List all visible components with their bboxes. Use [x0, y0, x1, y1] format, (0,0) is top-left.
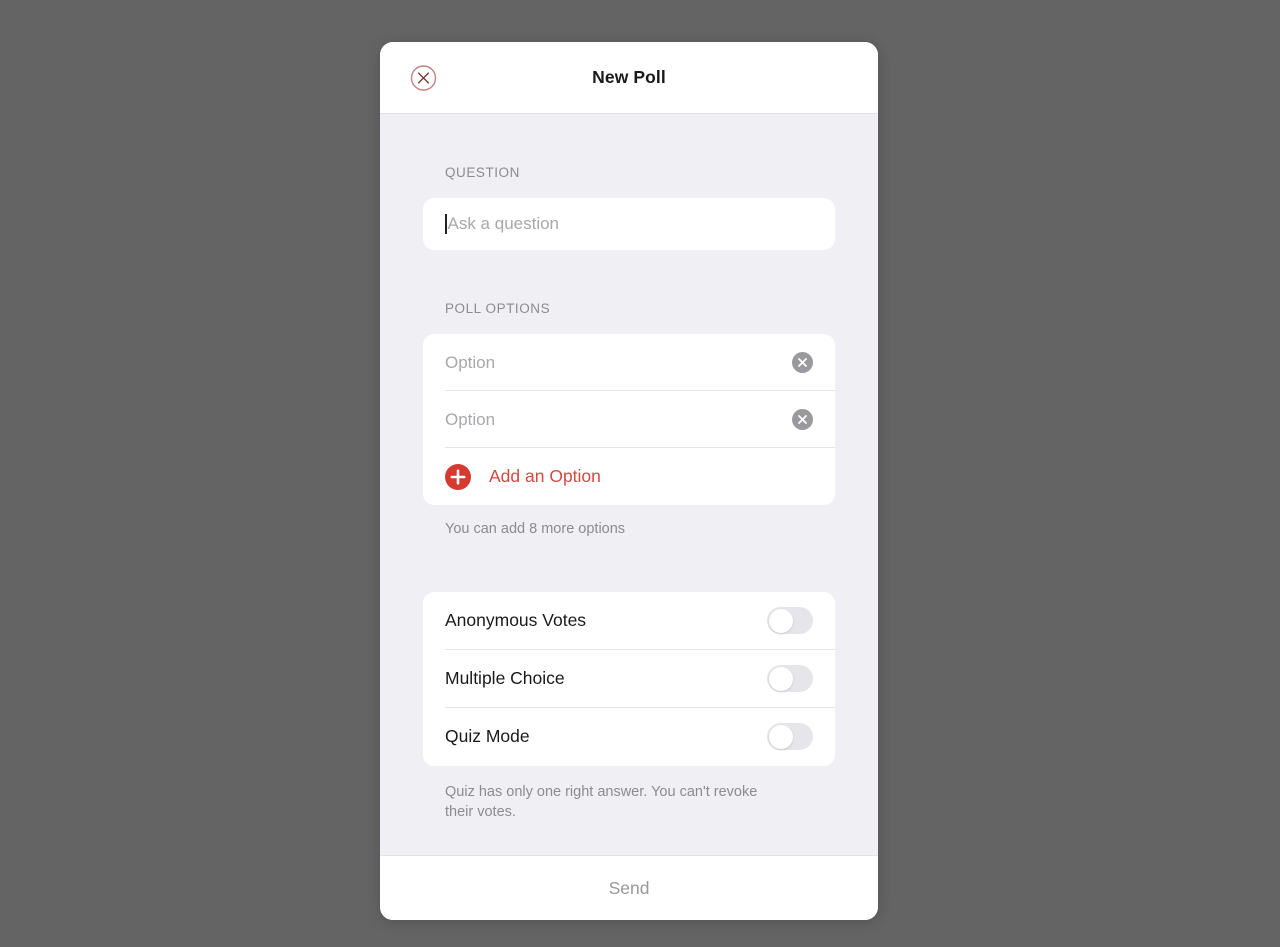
multiple-choice-toggle[interactable] — [767, 665, 813, 693]
text-caret — [445, 214, 447, 234]
anonymous-votes-toggle[interactable] — [767, 607, 813, 635]
dialog-footer: Send — [380, 855, 878, 920]
setting-row-anonymous-votes[interactable]: Anonymous Votes — [423, 592, 835, 650]
toggle-knob — [768, 666, 793, 691]
toggle-knob — [768, 724, 793, 749]
setting-row-quiz-mode[interactable]: Quiz Mode — [423, 708, 835, 766]
poll-options-section-label: POLL OPTIONS — [445, 301, 551, 316]
clear-circle-icon[interactable] — [792, 352, 813, 373]
dialog-body: QUESTION Ask a question POLL OPTIONS Opt… — [380, 114, 878, 855]
options-remaining-hint: You can add 8 more options — [445, 521, 626, 537]
poll-settings-card: Anonymous Votes Multiple Choice Quiz Mod… — [423, 591, 835, 766]
toggle-knob — [768, 608, 793, 633]
question-input[interactable]: Ask a question — [423, 198, 835, 250]
row-separator — [445, 447, 835, 448]
clear-circle-icon[interactable] — [792, 409, 813, 430]
question-placeholder: Ask a question — [447, 214, 560, 233]
setting-label: Anonymous Votes — [445, 610, 587, 631]
poll-options-card: Option Option Add an Option — [423, 334, 835, 505]
add-option-button[interactable]: Add an Option — [423, 448, 835, 505]
add-option-label: Add an Option — [489, 466, 601, 486]
new-poll-dialog: New Poll QUESTION Ask a question POLL OP… — [380, 42, 878, 920]
option-placeholder: Option — [445, 409, 496, 429]
poll-option-row[interactable]: Option — [423, 391, 835, 448]
setting-row-multiple-choice[interactable]: Multiple Choice — [423, 650, 835, 708]
quiz-mode-hint: Quiz has only one right answer. You can'… — [445, 783, 758, 821]
plus-circle-icon — [445, 463, 471, 490]
page-title: New Poll — [592, 67, 666, 87]
setting-label: Quiz Mode — [445, 726, 530, 747]
option-placeholder: Option — [445, 352, 496, 372]
close-circle-icon[interactable] — [410, 64, 437, 91]
question-section-label: QUESTION — [445, 165, 520, 180]
send-button[interactable]: Send — [609, 878, 650, 899]
setting-label: Multiple Choice — [445, 668, 565, 689]
quiz-mode-toggle[interactable] — [767, 723, 813, 751]
poll-option-row[interactable]: Option — [423, 334, 835, 391]
dialog-header: New Poll — [380, 42, 878, 114]
